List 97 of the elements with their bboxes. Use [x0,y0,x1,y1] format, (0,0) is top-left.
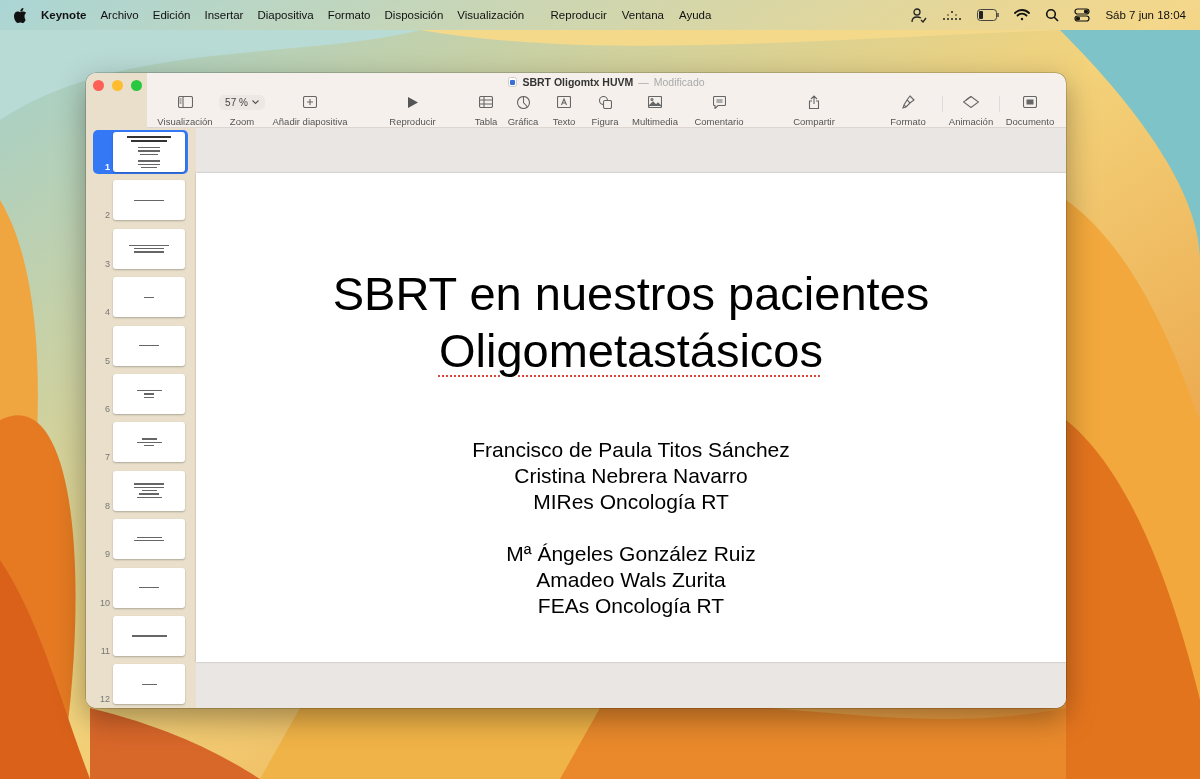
toolbar-label[interactable]: Zoom [229,116,255,127]
menu-item[interactable]: Formato [327,9,371,21]
paintbrush-icon[interactable] [901,95,915,109]
chevron-icon [251,99,259,105]
slide-title: Oligometastásicos [439,323,823,379]
slide-thumbnail-row[interactable]: 2 [93,178,188,223]
slide-canvas[interactable]: SBRT en nuestros pacientes Oligometastásicos Francisco de Paula Titos Sánchez Cristina Nebrera Navarro MIRes Oncología RT Mª Ángeles González Ruiz Amadeo Wals Zurita FEAs Oncología RT [196,173,1066,662]
document-status: Modificado [653,76,705,88]
slide-number: 3 [104,259,111,269]
slide-thumbnail-row[interactable]: 12 [93,662,188,707]
toolbar-label[interactable]: Documento [1005,116,1055,127]
slide-thumbnail-row[interactable]: 8 [93,468,188,513]
document-icon[interactable] [1023,96,1037,108]
zoom-dropdown[interactable]: 57 % [219,94,265,110]
toolbar-label[interactable]: Texto [552,116,576,127]
slide-number: 12 [99,695,111,705]
add-slide-icon[interactable] [303,96,317,108]
slide-thumbnail[interactable] [113,664,185,705]
slide-thumbnail[interactable] [113,228,185,269]
menu-item[interactable]: Ventana [621,9,664,21]
slide-number: 4 [104,308,111,318]
toolbar-label[interactable]: Figura [591,116,619,127]
person-icon[interactable] [911,7,928,23]
app-menu[interactable]: Keynote [41,9,87,21]
control-center-icon[interactable] [1074,8,1091,22]
toolbar-label[interactable]: Gráfica [507,116,539,127]
author-line: Cristina Nebrera Navarro [514,463,748,489]
toolbar-label[interactable]: Tabla [474,116,498,127]
slide-thumbnail-row[interactable]: 7 [93,420,188,465]
menu-item[interactable]: Disposición [384,9,444,21]
slide-thumbnail-row[interactable]: 1 [93,130,188,174]
sidebar-icon[interactable] [177,96,193,108]
slide-number: 7 [104,453,111,463]
share-icon[interactable] [808,95,820,109]
author-line: FEAs Oncología RT [537,593,725,619]
toolbar-label[interactable]: Comentario [694,116,744,127]
slide-number: 6 [104,404,111,414]
slide-thumbnail-row[interactable]: 10 [93,565,188,610]
slide-title: SBRT en nuestros pacientes [332,266,930,322]
table-icon[interactable] [479,96,493,108]
toolbar-label[interactable]: Formato [890,116,926,127]
slide-thumbnail[interactable] [113,132,185,172]
document-icon [508,77,518,87]
slide-thumbnail[interactable] [113,615,185,656]
slide-thumbnail[interactable] [113,325,185,366]
slide-number: 5 [104,356,111,366]
comment-icon[interactable] [712,95,726,109]
slide-thumbnail-row[interactable]: 9 [93,517,188,562]
slide-thumbnail[interactable] [113,519,185,560]
slide-thumbnail[interactable] [113,567,185,608]
menu-item[interactable]: Archivo [100,9,139,21]
toolbar-label[interactable]: Añadir diapositiva [272,116,348,127]
toolbar-label[interactable]: Visualización [157,116,213,127]
author-line: Francisco de Paula Titos Sánchez [472,437,790,463]
text-box-icon[interactable] [557,96,571,108]
slide-thumbnail[interactable] [113,180,185,221]
apple-logo-icon[interactable] [14,7,27,23]
menu-item[interactable]: Diapositiva [257,9,314,21]
menu-item[interactable]: Edición [152,9,191,21]
author-line: Amadeo Wals Zurita [536,567,726,593]
toolbar-label[interactable]: Reproducir [389,116,436,127]
toolbar-label[interactable]: Compartir [793,116,835,127]
slide-thumbnail[interactable] [113,470,185,511]
author-line: MIRes Oncología RT [533,489,729,515]
slide-thumbnail-row[interactable]: 6 [93,371,188,416]
slide-thumbnail-row[interactable]: 5 [93,323,188,368]
slide-number: 11 [99,646,111,656]
toolbar-label[interactable]: Animación [948,116,994,127]
battery-icon[interactable] [977,9,1000,21]
image-icon[interactable] [648,96,662,108]
slide-thumbnail-row[interactable]: 11 [93,613,188,658]
slide-number: 9 [104,550,111,560]
window-title: SBRT Oligomtx HUVM [522,76,634,88]
menu-item[interactable]: Ayuda [679,9,712,21]
title-separator: — [638,76,649,88]
pie-chart-icon[interactable] [516,95,530,109]
search-icon[interactable] [1045,8,1060,22]
slide-thumbnail[interactable] [113,422,185,463]
slide-thumbnail-row[interactable]: 3 [93,226,188,271]
menu-item[interactable]: Reproducir [550,9,607,21]
diamond-icon[interactable] [963,96,979,108]
slide-number: 2 [104,211,111,221]
menu-item[interactable]: Visualización [457,9,525,21]
dots-icon[interactable] [942,9,963,21]
shape-icon[interactable] [598,95,612,109]
slide-thumbnail[interactable] [113,277,185,318]
menu-item[interactable]: Insertar [204,9,244,21]
slide-number: 10 [99,598,111,608]
play-icon[interactable] [407,96,418,108]
slide-thumbnail[interactable] [113,373,185,414]
slide-number: 1 [104,163,111,172]
author-line: Mª Ángeles González Ruiz [506,541,756,567]
wifi-icon[interactable] [1014,9,1031,21]
slide-thumbnail-row[interactable]: 4 [93,275,188,320]
slide-number: 8 [104,501,111,511]
menu-bar-clock[interactable]: Sáb 7 jun 18:04 [1105,9,1186,21]
toolbar-label[interactable]: Multimedia [632,116,678,127]
